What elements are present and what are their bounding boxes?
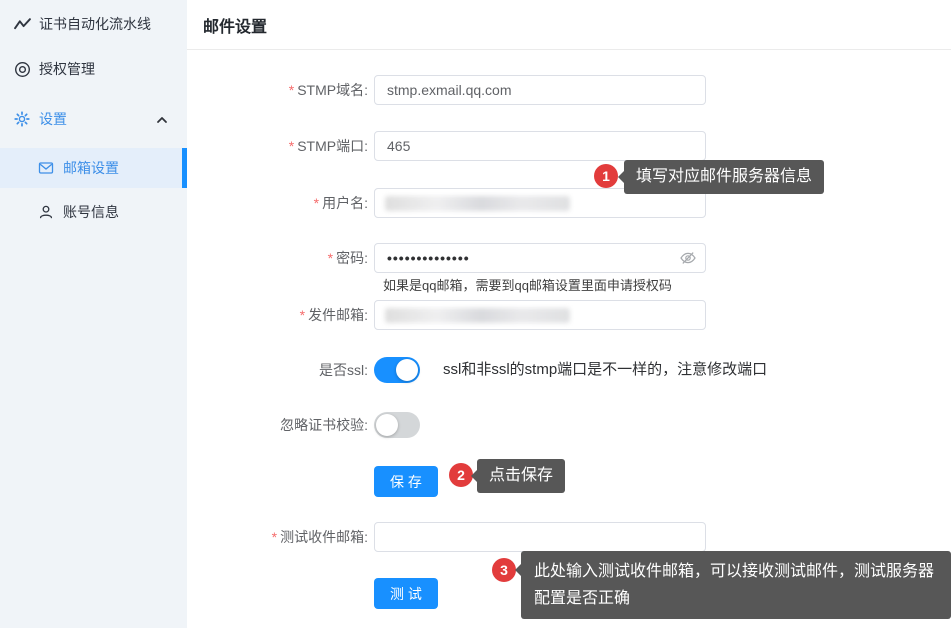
password-label: *密码: <box>187 243 368 273</box>
sender-email-label: *发件邮箱: <box>187 300 368 330</box>
sidebar-item-auth-management[interactable]: 授权管理 <box>0 49 187 89</box>
main-content: 邮件设置 *STMP域名: *STMP端口: *用户名: *密码: 如果是qq邮… <box>187 0 951 628</box>
eye-off-icon[interactable] <box>679 249 697 267</box>
sidebar-item-label: 授权管理 <box>39 59 95 79</box>
sidebar-item-account-info[interactable]: 账号信息 <box>0 192 187 232</box>
sidebar-item-cert-pipeline[interactable]: 证书自动化流水线 <box>0 4 187 44</box>
ignore-cert-label: 忽略证书校验: <box>187 412 368 438</box>
sidebar-item-settings[interactable]: 设置 <box>0 99 187 139</box>
annotation-badge-1: 1 <box>594 164 618 188</box>
annotation-badge-3: 3 <box>492 558 516 582</box>
gear-icon <box>14 111 31 128</box>
test-email-input[interactable] <box>374 522 706 552</box>
trend-line-icon <box>14 16 31 33</box>
smtp-domain-input[interactable] <box>374 75 706 105</box>
smtp-domain-label: *STMP域名: <box>187 75 368 105</box>
target-icon <box>14 61 31 78</box>
sidebar-item-mail-settings[interactable]: 邮箱设置 <box>0 148 187 188</box>
sidebar-item-label: 设置 <box>39 109 67 129</box>
username-label: *用户名: <box>187 188 368 218</box>
smtp-domain-row: *STMP域名: <box>187 75 519 105</box>
sender-email-input[interactable] <box>374 300 706 330</box>
ssl-note: ssl和非ssl的stmp端口是不一样的，注意修改端口 <box>443 357 767 383</box>
toggle-knob <box>396 359 418 381</box>
sender-email-row: *发件邮箱: <box>187 300 519 330</box>
smtp-port-input[interactable] <box>374 131 706 161</box>
username-row: *用户名: <box>187 188 519 218</box>
chevron-up-icon[interactable] <box>156 113 168 125</box>
smtp-port-row: *STMP端口: <box>187 131 519 161</box>
save-button[interactable]: 保 存 <box>374 466 438 497</box>
test-email-label: *测试收件邮箱: <box>187 522 368 552</box>
envelope-icon <box>38 160 55 177</box>
test-button[interactable]: 测 试 <box>374 578 438 609</box>
ssl-row: 是否ssl: ssl和非ssl的stmp端口是不一样的，注意修改端口 <box>187 357 233 383</box>
sidebar-item-label: 邮箱设置 <box>63 158 119 178</box>
sidebar-item-label: 账号信息 <box>63 202 119 222</box>
password-row: *密码: <box>187 243 519 273</box>
password-input[interactable] <box>374 243 706 273</box>
annotation-tooltip-3: 此处输入测试收件邮箱，可以接收测试邮件，测试服务器配置是否正确 <box>521 551 951 619</box>
ssl-toggle[interactable] <box>374 357 420 383</box>
sidebar-item-label: 证书自动化流水线 <box>39 14 151 34</box>
smtp-port-label: *STMP端口: <box>187 131 368 161</box>
page-title: 邮件设置 <box>187 0 951 50</box>
annotation-badge-2: 2 <box>449 463 473 487</box>
sidebar: 证书自动化流水线 授权管理 设置 邮箱设置 账号信息 <box>0 0 187 628</box>
annotation-tooltip-1: 填写对应邮件服务器信息 <box>624 160 824 194</box>
ssl-label: 是否ssl: <box>187 357 368 383</box>
ignore-cert-toggle[interactable] <box>374 412 420 438</box>
password-hint: 如果是qq邮箱，需要到qq邮箱设置里面申请授权码 <box>383 275 672 294</box>
annotation-tooltip-2: 点击保存 <box>477 459 565 493</box>
ignore-cert-row: 忽略证书校验: <box>187 412 233 438</box>
test-email-row: *测试收件邮箱: <box>187 522 519 552</box>
toggle-knob <box>376 414 398 436</box>
user-icon <box>38 204 55 221</box>
